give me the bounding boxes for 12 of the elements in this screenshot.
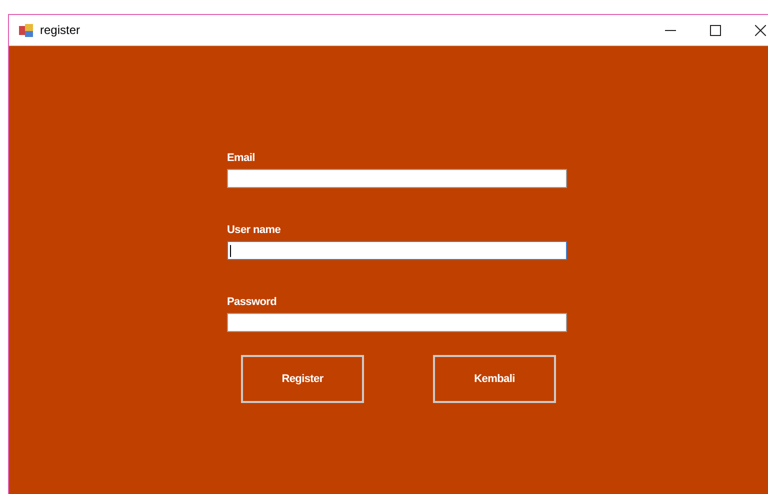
window-title: register — [40, 23, 80, 37]
maximize-icon[interactable] — [710, 24, 721, 36]
field-label: Password — [227, 296, 278, 309]
field-label: User name — [227, 224, 282, 237]
input-field[interactable] — [227, 313, 567, 332]
back-button[interactable]: Kembali — [433, 355, 556, 403]
input-field[interactable] — [227, 169, 567, 188]
app-icon — [19, 24, 34, 36]
close-icon[interactable] — [755, 24, 766, 36]
register-button[interactable]: Register — [241, 355, 364, 403]
field-label: Email — [227, 152, 256, 165]
input-field[interactable] — [227, 241, 567, 260]
